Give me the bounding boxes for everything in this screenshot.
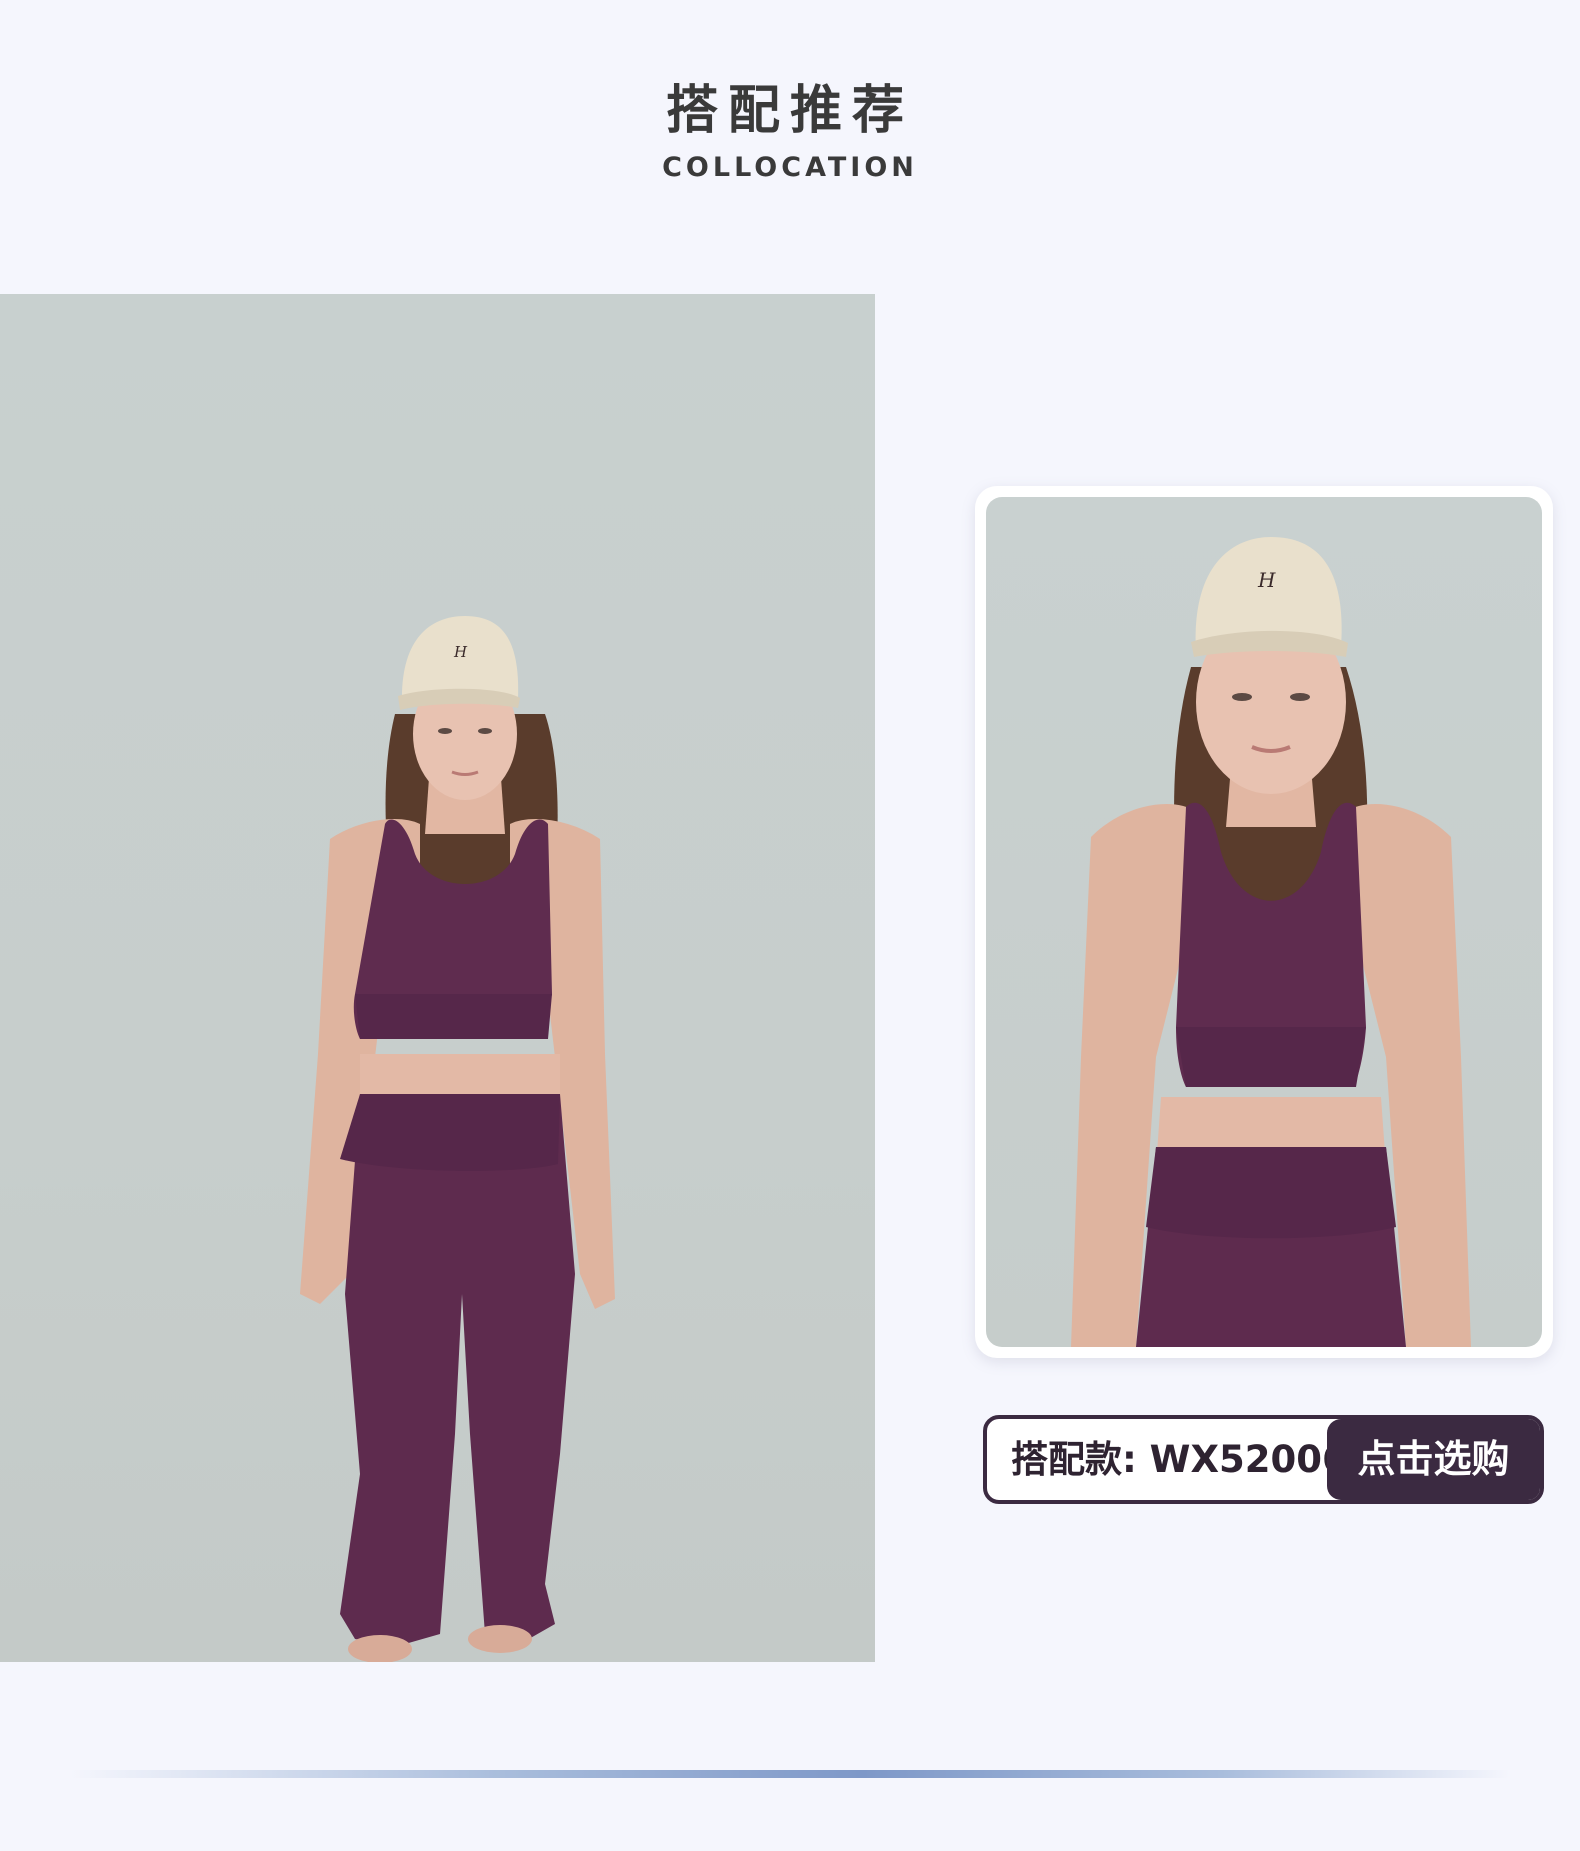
section-subtitle: COLLOCATION [662, 152, 918, 183]
product-code-label: 搭配款: WX52006 [1011, 1438, 1348, 1481]
section-divider [70, 1770, 1510, 1778]
svg-text:H: H [453, 643, 468, 661]
svg-text:H: H [1257, 568, 1276, 592]
model-full-body-illustration: H [300, 616, 615, 1662]
model-upper-body-illustration: H [1071, 537, 1471, 1347]
collocation-thumbnail-card[interactable]: H [975, 486, 1553, 1358]
buy-button[interactable]: 点击选购 [1327, 1419, 1540, 1500]
model-full-body-photo: H [0, 294, 875, 1662]
section-title: 搭配推荐 [665, 81, 914, 141]
collocation-thumbnail-photo[interactable]: H [986, 497, 1542, 1347]
collocation-buy-bar: 搭配款: WX52006 点击选购 [983, 1415, 1544, 1504]
